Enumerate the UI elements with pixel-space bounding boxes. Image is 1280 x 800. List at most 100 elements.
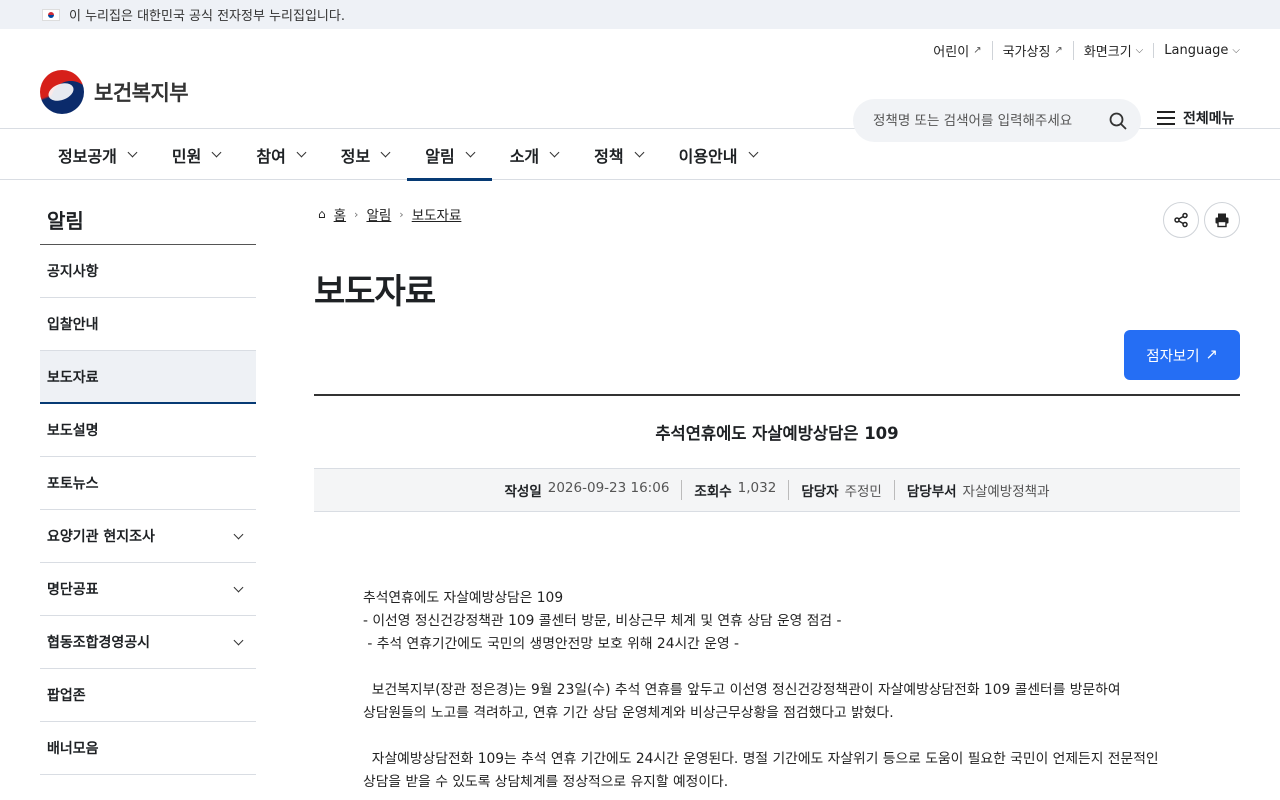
gnb-label: 정보 [340,146,371,166]
side-nav: 알림 공지사항 입찰안내 보도자료 보도설명 포토뉴스 요양기관 현지조사 명단… [40,205,256,775]
util-language-dropdown[interactable]: Language ⌵ [1153,43,1240,58]
gnb-label: 이용안내 [678,146,738,166]
article-body: 추석연휴에도 자살예방상담은 109 - 이선영 정신건강정책관 109 콜센터… [314,512,1240,794]
side-nav-item-popup-zone[interactable]: 팝업존 [40,669,256,722]
side-nav-label: 보도자료 [47,369,99,386]
breadcrumb-press-release[interactable]: 보도자료 [412,204,462,224]
external-link-icon: ↗ [1205,347,1218,363]
side-nav-item-field-survey[interactable]: 요양기관 현지조사 [40,510,256,563]
breadcrumb-home[interactable]: 홈 [334,204,346,224]
gnb-item-news[interactable]: 알림 [407,129,493,181]
side-nav-item-press-explanation[interactable]: 보도설명 [40,404,256,457]
site-name: 보건복지부 [94,81,189,105]
gnb-item-information[interactable]: 정보 [323,129,407,180]
util-kids-label: 어린이 [933,45,970,60]
util-symbol-label: 국가상징 [1002,45,1051,60]
page-title: 보도자료 [314,272,436,312]
gnb-label: 민원 [171,146,202,166]
share-icon [1174,212,1188,228]
external-link-icon: ↗ [973,45,982,56]
article-title: 추석연휴에도 자살예방상담은 109 [314,396,1240,469]
body-headline: 추석연휴에도 자살예방상담은 109 [363,590,564,606]
chevron-down-icon [211,147,222,158]
side-nav-label: 보도설명 [47,423,99,439]
side-nav-label: 요양기관 현지조사 [47,529,155,545]
gnb-item-guide[interactable]: 이용안내 [661,129,775,180]
meta-date: 작성일 2026-09-23 16:06 [492,480,681,500]
gnb-label: 소개 [509,146,540,166]
meta-value: 주정민 [844,484,882,500]
gnb-label: 정책 [594,146,624,166]
gnb-label: 정보공개 [58,146,117,166]
gnb-item-civil[interactable]: 민원 [154,129,238,180]
braille-view-label: 점자보기 [1146,348,1200,365]
side-nav-label: 협동조합경영공시 [47,635,151,651]
side-nav-item-banners[interactable]: 배너모음 [40,722,256,775]
search-box [853,99,1141,142]
print-icon [1215,213,1229,228]
breadcrumb: ⌂ 홈 › 알림 › 보도자료 [318,204,461,224]
gnb-item-about[interactable]: 소개 [492,129,576,180]
site-logo[interactable]: 보건복지부 [40,70,189,114]
hamburger-icon [1157,111,1175,125]
chevron-down-icon [634,147,645,158]
side-nav-label: 배너모음 [47,741,99,757]
gnb-label: 알림 [425,146,455,166]
utility-menu: 어린이 ↗ 국가상징 ↗ 화면크기 ⌵ Language ⌵ [923,41,1240,60]
meta-department: 담당부서 자살예방정책과 [893,480,1062,500]
side-nav-label: 팝업존 [47,688,86,704]
meta-value: 2026-09-23 16:06 [547,480,670,496]
chevron-down-icon [233,529,244,539]
chevron-down-icon [465,147,476,158]
gnb-item-policy[interactable]: 정책 [576,129,660,180]
chevron-down-icon: ⌵ [1232,45,1240,56]
chevron-right-icon: › [354,207,359,221]
chevron-down-icon [296,147,307,158]
gnb-item-participation[interactable]: 참여 [238,129,322,180]
util-national-symbol-link[interactable]: 국가상징 ↗ [991,41,1073,60]
body-paragraph: 자살예방상담전화 109는 추석 연휴 기간에도 24시간 운영된다. 명절 기… [363,751,1159,790]
chevron-down-icon [127,147,138,158]
body-subheadline: - 이선영 정신건강정책관 109 콜센터 방문, 비상근무 체계 및 연휴 상… [363,613,842,629]
gnb-item-info-disclosure[interactable]: 정보공개 [40,129,154,180]
meta-key: 담당부서 [906,484,957,500]
chevron-down-icon [233,582,244,592]
chevron-down-icon: ⌵ [1135,45,1144,56]
side-nav-item-bid[interactable]: 입찰안내 [40,298,256,351]
util-kids-link[interactable]: 어린이 ↗ [923,41,991,60]
meta-manager: 담당자 주정민 [788,480,894,500]
side-nav-label: 공지사항 [47,264,99,280]
side-nav-item-list-disclosure[interactable]: 명단공표 [40,563,256,616]
korea-flag-icon [42,8,60,21]
side-nav-label: 입찰안내 [47,317,99,333]
all-menu-button[interactable]: 전체메뉴 [1157,108,1235,128]
side-nav-item-photo-news[interactable]: 포토뉴스 [40,457,256,510]
article-view: 추석연휴에도 자살예방상담은 109 작성일 2026-09-23 16:06 조… [314,394,1240,794]
chevron-down-icon [233,635,244,645]
article-meta: 작성일 2026-09-23 16:06 조회수 1,032 담당자 주정민 담당부서… [314,469,1240,512]
side-nav-label: 포토뉴스 [47,476,99,492]
meta-key: 작성일 [504,484,542,500]
home-icon: ⌂ [318,207,326,221]
breadcrumb-news[interactable]: 알림 [366,204,391,224]
body-subheadline: - 추석 연휴기간에도 국민의 생명안전망 보호 위해 24시간 운영 - [363,636,740,652]
print-button[interactable] [1204,202,1240,238]
braille-view-button[interactable]: 점자보기 ↗ [1124,330,1240,380]
side-nav-item-notice[interactable]: 공지사항 [40,245,256,298]
side-nav-label: 명단공표 [47,582,99,598]
side-nav-item-press-release[interactable]: 보도자료 [40,351,256,404]
chevron-down-icon [748,147,758,158]
meta-value: 자살예방정책과 [962,484,1050,500]
search-input[interactable] [873,112,1093,129]
util-language-label: Language [1164,43,1229,58]
side-nav-item-coop-disclosure[interactable]: 협동조합경영공시 [40,616,256,669]
side-nav-title: 알림 [40,205,256,245]
util-screen-size-dropdown[interactable]: 화면크기 ⌵ [1072,41,1153,60]
body-paragraph: 보건복지부(장관 정은경)는 9월 23일(수) 추석 연휴를 앞두고 이선영 … [363,682,1121,721]
chevron-down-icon [380,147,391,158]
meta-key: 조회수 [694,484,732,500]
external-link-icon: ↗ [1054,45,1063,56]
search-icon[interactable] [1109,112,1127,130]
share-button[interactable] [1163,202,1199,238]
meta-value: 1,032 [737,480,777,496]
